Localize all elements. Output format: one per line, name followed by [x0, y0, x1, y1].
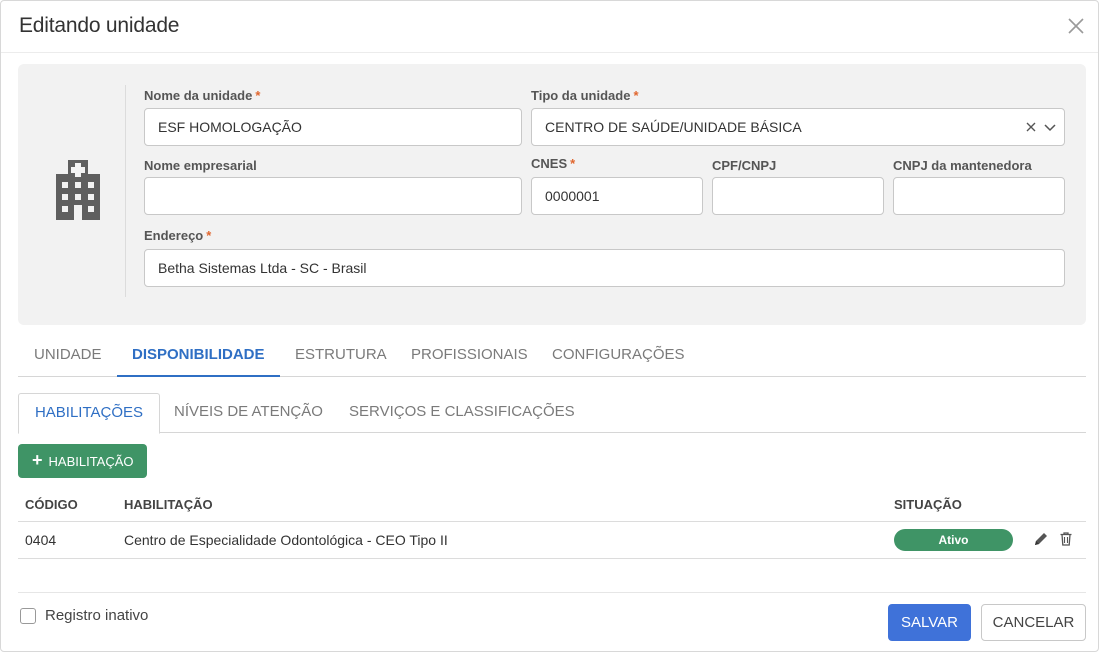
cancel-button[interactable]: CANCELAR	[981, 604, 1086, 641]
nome-empresarial-label: Nome empresarial	[144, 158, 257, 173]
dialog-header: Editando unidade	[1, 1, 1098, 53]
cell-codigo: 0404	[25, 532, 57, 548]
endereco-value: Betha Sistemas Ltda - SC - Brasil	[158, 260, 367, 276]
save-button[interactable]: SALVAR	[888, 604, 971, 641]
edit-icon[interactable]	[1033, 531, 1049, 547]
clear-selection-icon[interactable]	[1026, 109, 1036, 145]
table-header-divider	[18, 521, 1086, 522]
tipo-unidade-value: CENTRO DE SAÚDE/UNIDADE BÁSICA	[545, 119, 802, 135]
tab-estrutura[interactable]: ESTRUTURA	[295, 335, 387, 377]
column-header-situacao: SITUAÇÃO	[894, 497, 962, 512]
registro-inativo-checkbox[interactable]	[20, 608, 36, 624]
subtab-niveis-atencao[interactable]: NÍVEIS DE ATENÇÃO	[174, 393, 323, 433]
cpf-cnpj-input[interactable]	[712, 177, 884, 215]
nome-empresarial-input[interactable]	[144, 177, 522, 215]
cnes-value: 0000001	[545, 188, 600, 204]
endereco-input[interactable]: Betha Sistemas Ltda - SC - Brasil	[144, 249, 1065, 287]
cnes-input[interactable]: 0000001	[531, 177, 703, 215]
column-header-codigo: CÓDIGO	[25, 497, 78, 512]
footer-divider	[18, 592, 1086, 593]
close-icon[interactable]	[1066, 16, 1086, 36]
sub-tabs: HABILITAÇÕES NÍVEIS DE ATENÇÃO SERVIÇOS …	[18, 393, 1086, 434]
tab-configuracoes[interactable]: CONFIGURAÇÕES	[552, 335, 685, 377]
main-tabs: UNIDADE DISPONIBILIDADE ESTRUTURA PROFIS…	[18, 335, 1086, 377]
cell-habilitacao: Centro de Especialidade Odontológica - C…	[124, 532, 448, 548]
cnpj-mantenedora-label: CNPJ da mantenedora	[893, 158, 1032, 173]
add-habilitacao-label: HABILITAÇÃO	[48, 453, 134, 469]
edit-unit-dialog: Editando unidade Nome da unidade * ESF H…	[0, 0, 1099, 652]
dialog-title: Editando unidade	[19, 14, 180, 37]
subtab-habilitacoes[interactable]: HABILITAÇÕES	[18, 393, 160, 434]
hospital-icon	[51, 158, 105, 222]
tab-disponibilidade[interactable]: DISPONIBILIDADE	[117, 335, 280, 377]
subtab-servicos-classificacoes[interactable]: SERVIÇOS E CLASSIFICAÇÕES	[349, 393, 575, 433]
panel-divider	[125, 85, 126, 297]
registro-inativo-label[interactable]: Registro inativo	[45, 607, 148, 624]
tipo-unidade-label: Tipo da unidade *	[531, 88, 639, 103]
cpf-cnpj-label: CPF/CNPJ	[712, 158, 777, 173]
cnes-label: CNES *	[531, 156, 576, 171]
trash-icon[interactable]	[1058, 531, 1074, 547]
nome-unidade-input[interactable]: ESF HOMOLOGAÇÃO	[144, 108, 522, 146]
plus-icon: +	[32, 450, 43, 470]
endereco-label: Endereço *	[144, 228, 212, 243]
tipo-unidade-select[interactable]: CENTRO DE SAÚDE/UNIDADE BÁSICA	[531, 108, 1065, 146]
tab-profissionais[interactable]: PROFISSIONAIS	[411, 335, 528, 377]
cnpj-mantenedora-input[interactable]	[893, 177, 1065, 215]
column-header-habilitacao: HABILITAÇÃO	[124, 497, 213, 512]
status-badge: Ativo	[894, 529, 1013, 551]
tab-unidade[interactable]: UNIDADE	[34, 335, 102, 377]
add-habilitacao-button[interactable]: + HABILITAÇÃO	[18, 444, 147, 478]
nome-unidade-label: Nome da unidade *	[144, 88, 261, 103]
nome-unidade-value: ESF HOMOLOGAÇÃO	[158, 119, 302, 135]
chevron-down-icon[interactable]	[1044, 109, 1056, 145]
table-row-divider	[18, 558, 1086, 559]
